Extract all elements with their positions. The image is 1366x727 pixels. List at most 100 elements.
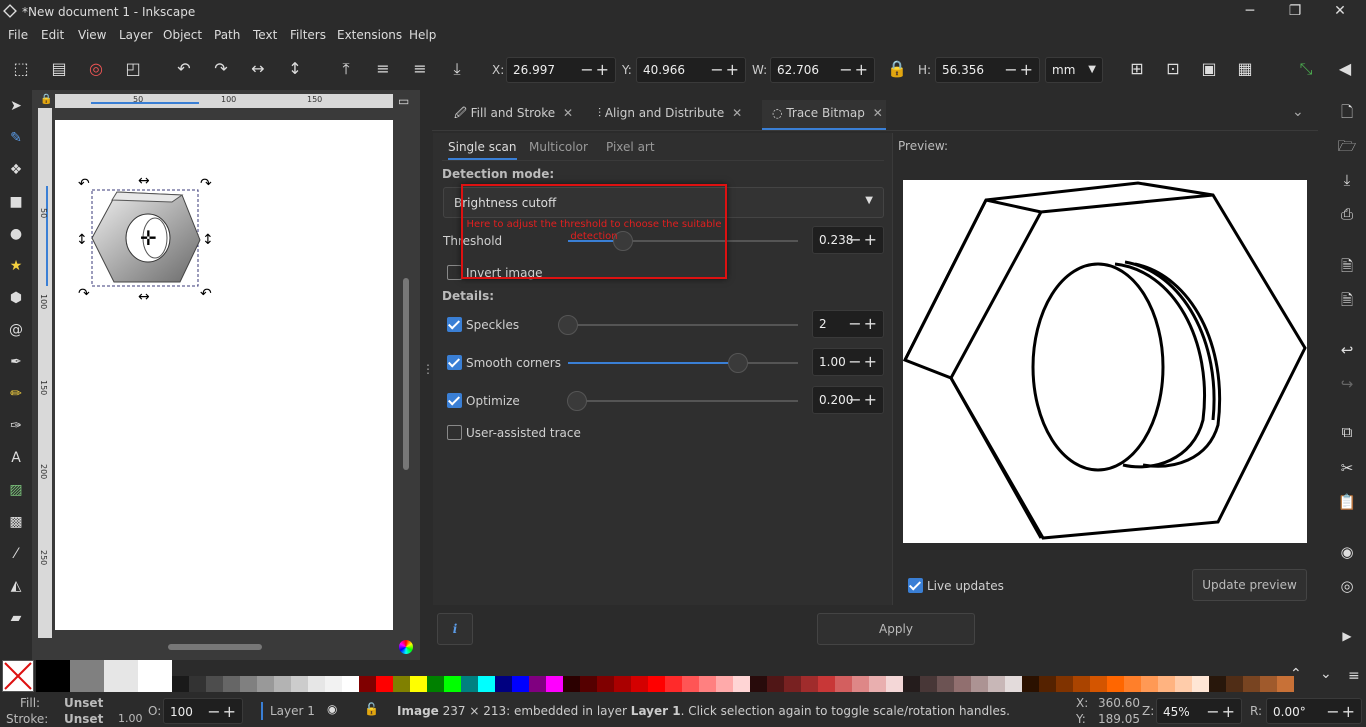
flip-vertical-icon[interactable]: ↕ — [284, 58, 306, 80]
color-swatch[interactable] — [971, 676, 988, 692]
h-field[interactable]: 56.356 −+ — [935, 57, 1040, 83]
raise-to-top-icon[interactable]: ⤒ — [335, 58, 357, 80]
hex-nut-image[interactable]: ✛ ↶ ↷ ↷ ↶ ↔ ↔ ↕ ↕ — [72, 170, 222, 305]
palette-menu-icon[interactable]: ≡ — [1348, 668, 1360, 684]
stepper-icon[interactable]: −+ — [1206, 699, 1237, 725]
3d-box-tool-icon[interactable]: ⬢ — [6, 288, 26, 308]
vertical-ruler[interactable]: 50 100 150 200 250 — [38, 108, 52, 638]
menu-filters[interactable]: Filters — [290, 28, 326, 42]
color-swatch[interactable] — [257, 676, 274, 692]
gradient-tool-icon[interactable]: ▨ — [6, 480, 26, 500]
tab-fill-and-stroke[interactable]: 🖉 Fill and Stroke ✕ — [446, 100, 576, 130]
color-swatch[interactable] — [835, 676, 852, 692]
tweak-tool-icon[interactable]: ❖ — [6, 160, 26, 180]
color-swatch[interactable] — [988, 676, 1005, 692]
color-swatch[interactable] — [172, 676, 189, 692]
no-paint-swatch[interactable] — [2, 660, 34, 692]
export-icon[interactable]: 🗎 — [1336, 289, 1358, 311]
tab-trace-bitmap[interactable]: ◌ Trace Bitmap ✕ — [762, 100, 886, 130]
apply-button[interactable]: Apply — [817, 613, 975, 645]
rectangle-tool-icon[interactable]: ■ — [6, 192, 26, 212]
menu-extensions[interactable]: Extensions — [337, 28, 402, 42]
speckles-slider[interactable] — [558, 315, 798, 335]
optimize-spinbox[interactable]: 0.200 −+ — [812, 386, 884, 414]
import-icon[interactable]: 🗎 — [1336, 255, 1358, 277]
color-swatch[interactable] — [818, 676, 835, 692]
threshold-spinbox[interactable]: 0.238 −+ — [812, 226, 884, 254]
color-swatch[interactable] — [240, 676, 257, 692]
rotate-handle-icon[interactable]: ↶ — [200, 286, 212, 302]
color-swatch[interactable] — [937, 676, 954, 692]
color-swatch[interactable] — [1073, 676, 1090, 692]
horizontal-ruler[interactable]: 50 100 150 — [55, 94, 393, 108]
color-swatch[interactable] — [138, 660, 172, 692]
update-preview-button[interactable]: Update preview — [1192, 569, 1307, 601]
color-swatch[interactable] — [1090, 676, 1107, 692]
deselect-icon[interactable]: ◎ — [85, 58, 107, 80]
invert-image-checkbox[interactable] — [447, 265, 462, 280]
y-stepper-icon[interactable]: −+ — [710, 58, 741, 82]
color-swatch[interactable] — [529, 676, 546, 692]
optimize-checkbox[interactable] — [447, 393, 462, 408]
color-swatch[interactable] — [512, 676, 529, 692]
palette-scroll-up-icon[interactable]: ⌃ — [1290, 666, 1302, 682]
fill-value[interactable]: Unset — [64, 696, 103, 710]
x-field[interactable]: 26.997 −+ — [506, 57, 616, 83]
paint-bucket-tool-icon[interactable]: ◭ — [6, 576, 26, 596]
color-swatch[interactable] — [546, 676, 563, 692]
stepper-icon[interactable]: −+ — [1326, 699, 1357, 725]
lock-guides-icon[interactable]: 🔒 — [40, 94, 52, 106]
snap-toggle-icon[interactable]: ⤡ — [1295, 58, 1317, 80]
color-swatch[interactable] — [70, 660, 104, 692]
menu-view[interactable]: View — [78, 28, 106, 42]
color-swatch[interactable] — [1209, 676, 1226, 692]
selector-tool-icon[interactable]: ➤ — [6, 96, 26, 116]
speckles-checkbox[interactable] — [447, 317, 462, 332]
color-swatch[interactable] — [1022, 676, 1039, 692]
star-tool-icon[interactable]: ★ — [6, 256, 26, 276]
speckles-spinbox[interactable]: 2 −+ — [812, 310, 884, 338]
color-swatch[interactable] — [750, 676, 767, 692]
rotate-ccw-icon[interactable]: ↶ — [173, 58, 195, 80]
stepper-icon[interactable]: −+ — [848, 349, 879, 375]
lower-to-bottom-icon[interactable]: ⤓ — [446, 58, 468, 80]
mesh-tool-icon[interactable]: ▩ — [6, 512, 26, 532]
node-tool-icon[interactable]: ✎ — [6, 128, 26, 148]
color-swatch[interactable] — [393, 676, 410, 692]
color-swatch[interactable] — [1107, 676, 1124, 692]
tab-align-and-distribute[interactable]: ⫶ Align and Distribute ✕ — [590, 100, 750, 130]
smooth-corners-slider[interactable] — [568, 353, 798, 373]
color-swatch[interactable] — [274, 676, 291, 692]
redo-icon[interactable]: ↪ — [1336, 373, 1358, 395]
h-stepper-icon[interactable]: −+ — [1004, 58, 1035, 82]
color-swatch[interactable] — [223, 676, 240, 692]
skew-handle-icon[interactable]: ↔ — [138, 289, 150, 305]
color-swatch[interactable] — [427, 676, 444, 692]
live-updates-checkbox[interactable] — [908, 578, 923, 593]
copy-icon[interactable]: ⧉ — [1336, 421, 1358, 443]
color-swatch[interactable] — [36, 660, 70, 692]
color-swatch[interactable] — [954, 676, 971, 692]
color-swatch[interactable] — [461, 676, 478, 692]
rotate-handle-icon[interactable]: ↷ — [200, 176, 212, 192]
color-swatch[interactable] — [206, 676, 223, 692]
subtab-single-scan[interactable]: Single scan — [448, 140, 517, 160]
stroke-value[interactable]: Unset — [64, 712, 103, 726]
opacity-spinbox[interactable]: 100 −+ — [163, 698, 243, 724]
optimize-knob[interactable] — [567, 391, 587, 411]
color-swatch[interactable] — [784, 676, 801, 692]
color-swatch[interactable] — [189, 676, 206, 692]
color-swatch[interactable] — [614, 676, 631, 692]
menu-object[interactable]: Object — [163, 28, 202, 42]
undo-icon[interactable]: ↩ — [1336, 339, 1358, 361]
save-icon[interactable]: ⤓ — [1336, 169, 1358, 191]
zoom-drawing-icon[interactable]: ◎ — [1336, 575, 1358, 597]
close-icon[interactable]: ✕ — [563, 106, 573, 120]
minimize-button[interactable]: ─ — [1230, 2, 1270, 22]
color-swatch[interactable] — [920, 676, 937, 692]
color-swatch[interactable] — [580, 676, 597, 692]
new-document-icon[interactable]: 🗋 — [1336, 101, 1358, 123]
eraser-tool-icon[interactable]: ▰ — [6, 608, 26, 628]
stepper-icon[interactable]: −+ — [848, 311, 879, 337]
color-swatch[interactable] — [1039, 676, 1056, 692]
